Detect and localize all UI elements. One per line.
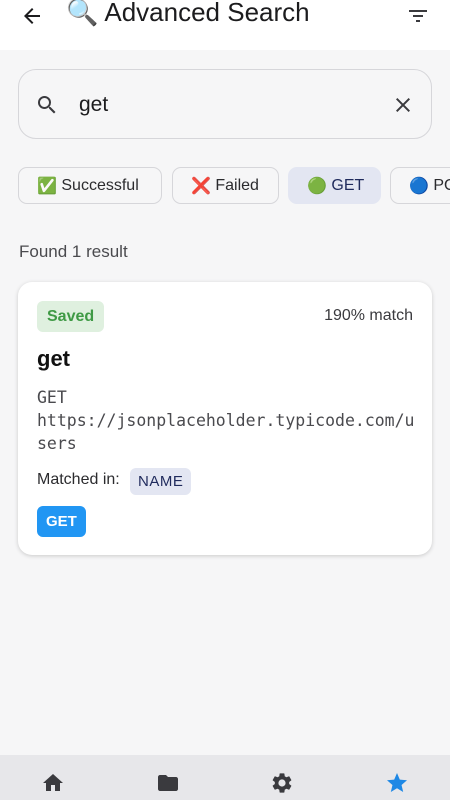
- arrow-left-icon: [24, 8, 40, 24]
- chip-label: GET: [331, 176, 365, 194]
- saved-badge: Saved: [37, 301, 105, 332]
- request-url: https://jsonplaceholder.typicode.com/use…: [37, 411, 415, 453]
- nav-settings[interactable]: [269, 770, 295, 796]
- gear-icon: [272, 773, 292, 793]
- result-card[interactable]: Saved 190% match get GET https://jsonpla…: [18, 282, 432, 555]
- results-count: Found 1 result: [19, 242, 128, 261]
- request-name: get: [37, 346, 70, 371]
- filter-button[interactable]: [404, 2, 432, 30]
- star-icon: [387, 773, 407, 792]
- request-method-line: GET: [37, 388, 67, 407]
- search-input[interactable]: [79, 90, 379, 120]
- matched-field-chip: NAME: [130, 468, 192, 495]
- filter-icon: [409, 10, 427, 22]
- search-field[interactable]: [18, 69, 432, 139]
- request-details: GET https://jsonplaceholder.typicode.com…: [37, 386, 417, 455]
- search-emoji-icon: 🔍: [66, 0, 99, 27]
- filter-chip-get[interactable]: 🟢 GET: [288, 167, 381, 204]
- folder-icon: [158, 775, 178, 791]
- filter-chip-post[interactable]: 🔵 POST: [390, 167, 450, 204]
- method-badge: GET: [37, 506, 86, 537]
- match-score: 190% match: [324, 307, 413, 324]
- check-emoji-icon: ✅: [37, 177, 57, 195]
- chip-label: Successful: [61, 176, 139, 194]
- filter-chip-failed[interactable]: ❌ Failed: [172, 167, 279, 204]
- filter-chips: ✅ Successful ❌ Failed 🟢 GET 🔵 POST: [0, 167, 450, 204]
- nav-favorites[interactable]: [384, 770, 410, 796]
- green-circle-icon: 🟢: [307, 177, 327, 195]
- page-title: 🔍 Advanced Search: [66, 0, 310, 28]
- filter-chip-successful[interactable]: ✅ Successful: [18, 167, 162, 204]
- page-title-text: Advanced Search: [104, 0, 310, 27]
- chip-label: POST: [433, 176, 450, 194]
- nav-home[interactable]: [40, 770, 66, 796]
- search-icon: [38, 96, 56, 114]
- back-button[interactable]: [18, 2, 46, 30]
- home-icon: [43, 774, 63, 791]
- app-bar: 🔍 Advanced Search: [0, 0, 450, 50]
- cross-emoji-icon: ❌: [191, 177, 211, 195]
- chip-label: Failed: [215, 176, 259, 194]
- close-icon[interactable]: [391, 93, 415, 117]
- nav-collections[interactable]: [155, 770, 181, 796]
- bottom-navigation: [0, 755, 450, 800]
- matched-in-label: Matched in:: [37, 471, 120, 488]
- blue-circle-icon: 🔵: [409, 177, 429, 195]
